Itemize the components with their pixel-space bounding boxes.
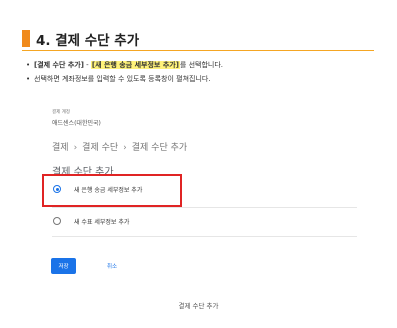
breadcrumb: 결제 › 결제 수단 › 결제 수단 추가 — [52, 140, 187, 153]
option-check[interactable]: 새 수표 세부정보 추가 — [52, 212, 352, 232]
instruction-1-step: [결제 수단 추가] — [34, 61, 84, 69]
highlight-box — [42, 174, 182, 207]
option-check-label[interactable]: 새 수표 세부정보 추가 — [74, 217, 129, 226]
chevron-right-icon: › — [73, 143, 78, 153]
breadcrumb-item-payment-methods[interactable]: 결제 수단 — [82, 143, 118, 153]
bullet-icon: • — [26, 75, 31, 83]
section-title: 4. 결제 수단 추가 — [36, 33, 140, 49]
bullet-icon: • — [26, 61, 31, 69]
account-name: 애드센스(대한민국) — [52, 120, 101, 127]
divider — [52, 207, 357, 208]
save-button[interactable]: 저장 — [51, 258, 76, 274]
instruction-1: • [결제 수단 추가] - [새 은행 송금 세부정보 추가]를 선택합니다. — [26, 58, 223, 72]
instruction-2-text: 선택하면 계좌정보를 입력할 수 있도록 등록창이 펼쳐집니다. — [34, 75, 211, 83]
divider — [52, 236, 357, 237]
section-marker-icon — [22, 30, 30, 47]
cancel-button[interactable]: 취소 — [107, 262, 117, 270]
radio-unchecked-icon[interactable] — [53, 217, 61, 225]
figure-caption: 결제 수단 추가 — [178, 302, 219, 310]
breadcrumb-item-payments[interactable]: 결제 — [52, 143, 69, 153]
chevron-right-icon: › — [123, 143, 127, 153]
section-header: 4. 결제 수단 추가 — [22, 28, 374, 51]
account-label: 결제 계정 — [52, 110, 70, 115]
instruction-1-suffix: 를 선택합니다. — [179, 61, 223, 69]
instruction-1-dash: - — [83, 61, 91, 69]
breadcrumb-item-add-payment-method: 결제 수단 추가 — [131, 143, 188, 153]
instructions: • [결제 수단 추가] - [새 은행 송금 세부정보 추가]를 선택합니다. … — [26, 58, 223, 86]
instruction-2: • 선택하면 계좌정보를 입력할 수 있도록 등록창이 펼쳐집니다. — [26, 72, 223, 86]
instruction-1-highlight: [새 은행 송금 세부정보 추가] — [90, 61, 180, 69]
